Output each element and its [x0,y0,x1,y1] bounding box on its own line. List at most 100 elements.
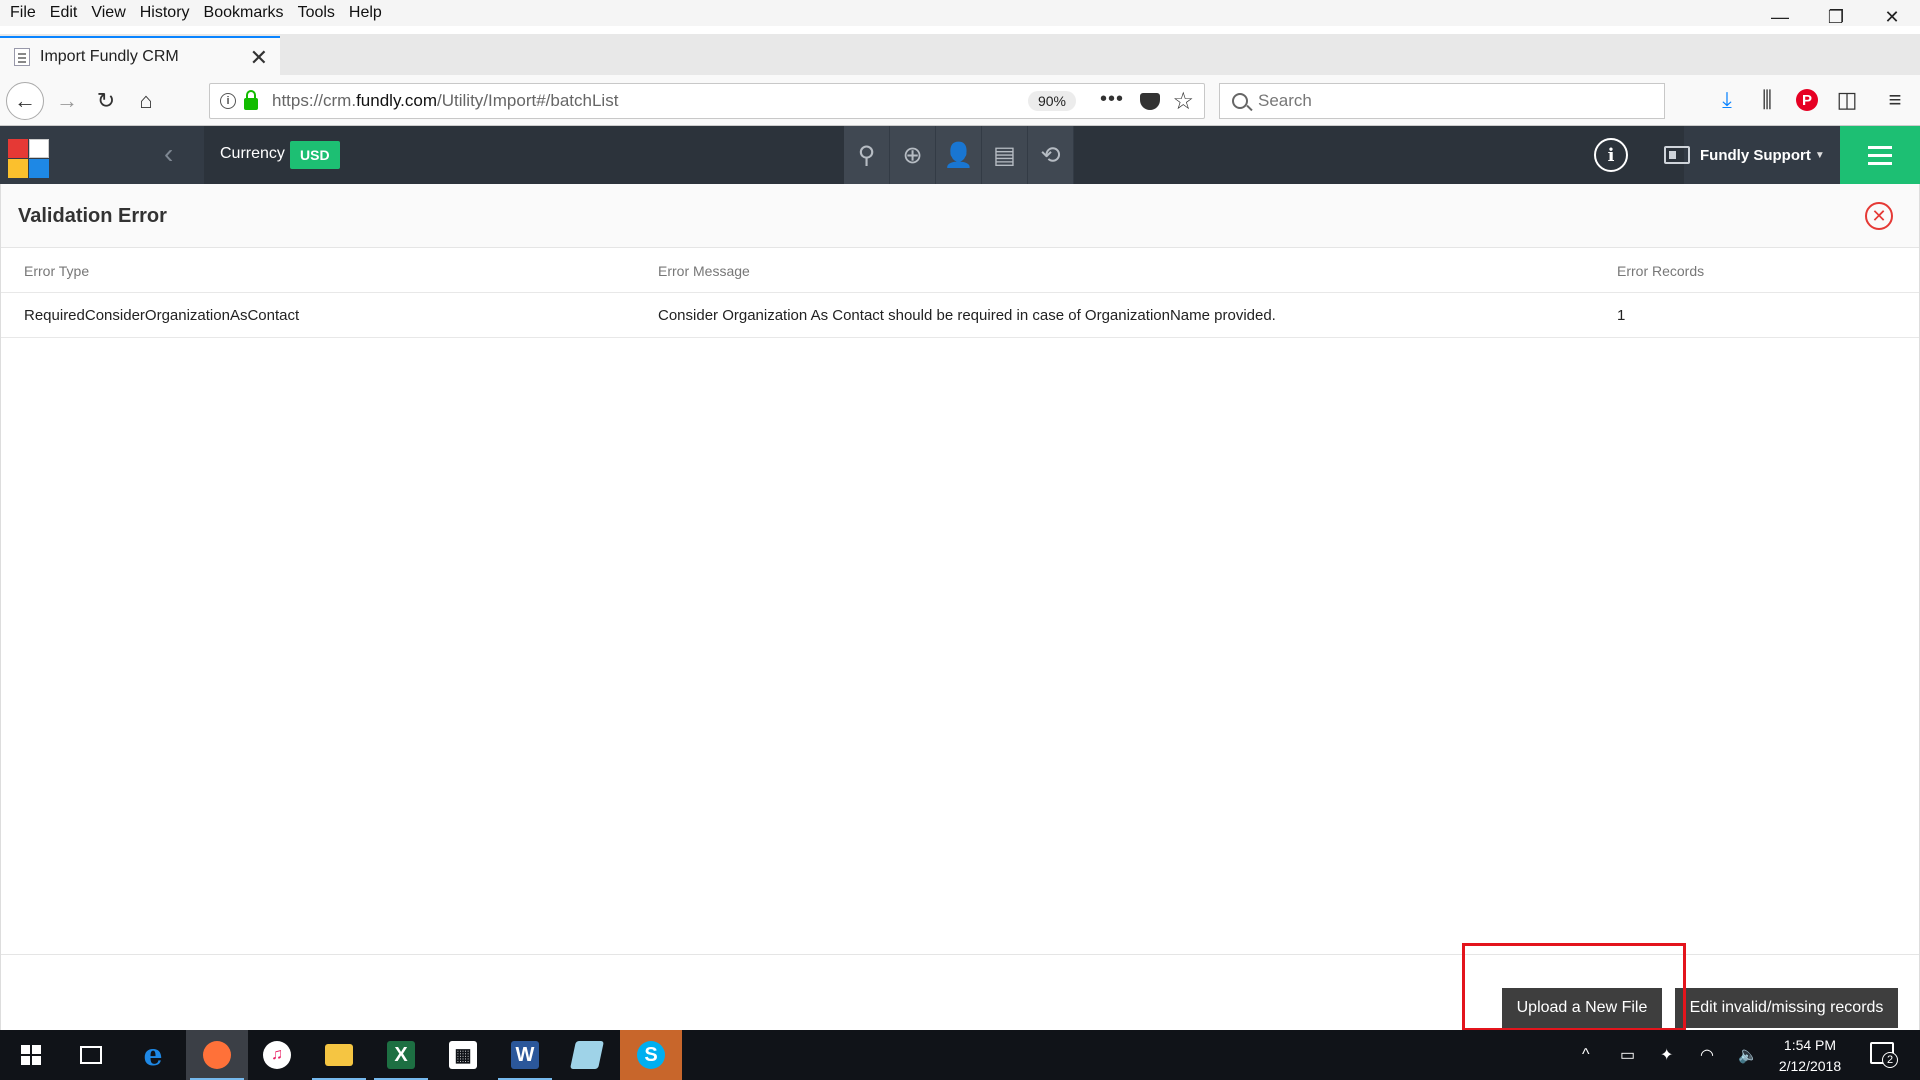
windows-taskbar: e ♫ X ▦ W S ^ ▭ ✦ ◠ 🔈 1:54 PM 2/12/2018 … [0,1030,1920,1080]
firefox-icon [203,1041,231,1069]
tab-strip: Import Fundly CRM ✕ + [0,34,1920,105]
dialog-header: Validation Error ✕ [1,184,1919,248]
table-header: Error Type Error Message Error Records [1,248,1919,293]
restore-button[interactable]: ❐ [1808,0,1864,34]
minimize-button[interactable]: — [1752,0,1808,34]
edge-icon: e [143,1037,163,1073]
menu-view[interactable]: View [85,4,131,22]
sidebar-icon[interactable]: ◫ [1832,85,1862,115]
page-actions-icon[interactable]: ••• [1100,88,1124,111]
search-icon[interactable]: ⚲ [844,126,890,184]
battery-icon[interactable]: ▭ [1620,1030,1635,1080]
contact-icon[interactable]: 👤 [936,126,982,184]
close-icon[interactable]: ✕ [1865,202,1893,230]
user-name: Fundly Support [1700,146,1811,164]
highlight-annotation [1462,943,1686,1031]
edit-invalid-records-button[interactable]: Edit invalid/missing records [1675,988,1898,1028]
page-favicon-icon [14,47,30,66]
search-input[interactable]: Search [1219,83,1665,119]
firefox-taskbar-app[interactable] [186,1030,248,1080]
tab-title: Import Fundly CRM [40,47,179,65]
id-card-icon [1664,146,1690,164]
word-taskbar-app[interactable]: W [494,1030,556,1080]
info-icon[interactable]: i [1594,138,1628,172]
error-message-cell: Consider Organization As Contact should … [658,307,1276,324]
clock-time: 1:54 PM [1783,1037,1837,1053]
taskbar-clock[interactable]: 1:54 PM 2/12/2018 [1770,1035,1850,1077]
volume-icon[interactable]: 🔈 [1738,1030,1758,1080]
forward-button[interactable]: → [50,84,84,118]
window-controls: — ❐ ✕ [1752,0,1920,34]
word-icon: W [511,1041,539,1069]
edge-taskbar-app[interactable]: e [122,1030,184,1080]
action-center-icon[interactable]: 2 [1870,1042,1898,1068]
currency-badge[interactable]: USD [290,141,340,169]
start-button[interactable] [0,1030,62,1080]
column-header-error-type: Error Type [24,262,90,279]
calculator-taskbar-app[interactable]: ▦ [432,1030,494,1080]
close-tab-icon[interactable]: ✕ [250,45,268,71]
menu-tools[interactable]: Tools [292,4,341,22]
folder-icon [325,1044,353,1066]
error-records-cell: 1 [1617,307,1626,324]
menu-file[interactable]: File [4,4,42,22]
pinterest-icon[interactable]: P [1792,85,1822,115]
menu-history[interactable]: History [134,4,196,22]
fundly-logo[interactable] [8,139,50,179]
dropbox-icon[interactable]: ✦ [1660,1030,1673,1080]
reload-button[interactable]: ↻ [89,84,123,118]
currency-label: Currency [220,145,285,162]
show-hidden-icons[interactable]: ^ [1582,1030,1590,1080]
wifi-icon[interactable]: ◠ [1700,1030,1714,1080]
notepad-icon [570,1041,604,1069]
menu-bookmarks[interactable]: Bookmarks [198,4,290,22]
bookmark-star-icon[interactable]: ☆ [1172,87,1194,116]
skype-icon: S [637,1041,665,1069]
back-button[interactable]: ← [6,82,44,120]
zoom-level[interactable]: 90% [1027,91,1076,111]
notification-count: 2 [1882,1052,1898,1068]
column-header-error-records: Error Records [1617,262,1705,279]
skype-taskbar-app[interactable]: S [620,1030,682,1080]
menu-help[interactable]: Help [343,4,388,22]
excel-icon: X [387,1041,415,1069]
itunes-icon: ♫ [263,1041,291,1069]
task-view-icon [80,1046,102,1064]
secure-lock-icon [244,89,258,110]
validation-error-dialog: Validation Error ✕ Error Type Error Mess… [0,184,1920,1030]
add-icon[interactable]: ⊕ [890,126,936,184]
home-button[interactable]: ⌂ [129,84,163,118]
excel-taskbar-app[interactable]: X [370,1030,432,1080]
clock-date: 2/12/2018 [1778,1058,1842,1074]
calculator-icon: ▦ [449,1041,477,1069]
dialog-title: Validation Error [18,205,167,227]
chevron-down-icon: ▼ [1814,149,1825,161]
address-bar[interactable]: i https://crm.fundly.com/Utility/Import#… [209,83,1205,119]
search-placeholder: Search [1258,91,1312,110]
error-table: Error Type Error Message Error Records R… [1,248,1919,338]
open-menu-icon[interactable]: ≡ [1880,85,1910,115]
site-info-icon[interactable]: i [220,93,236,109]
itunes-taskbar-app[interactable]: ♫ [246,1030,308,1080]
column-header-error-message: Error Message [658,262,750,279]
hamburger-icon [1868,153,1892,157]
collapse-sidebar-icon[interactable]: ‹ [164,138,173,170]
user-menu[interactable]: Fundly Support ▼ [1664,126,1825,184]
quick-actions: ⚲ ⊕ 👤 ▤ ⟲ [844,126,1074,184]
library-icon[interactable]: ⫼ [1752,85,1782,115]
windows-logo-icon [21,1045,41,1065]
table-row: RequiredConsiderOrganizationAsContact Co… [1,293,1919,338]
task-view-button[interactable] [60,1030,122,1080]
menu-edit[interactable]: Edit [44,4,84,22]
receipt-icon[interactable]: ▤ [982,126,1028,184]
url-text: https://crm.fundly.com/Utility/Import#/b… [272,91,619,110]
main-menu-button[interactable] [1840,126,1920,184]
notepad-taskbar-app[interactable] [556,1030,618,1080]
close-window-button[interactable]: ✕ [1864,0,1920,34]
pocket-icon[interactable] [1140,93,1160,110]
search-icon [1232,93,1248,109]
file-explorer-taskbar-app[interactable] [308,1030,370,1080]
history-icon[interactable]: ⟲ [1028,126,1074,184]
downloads-icon[interactable]: ⤓ [1712,85,1742,115]
tab-import-fundly-crm[interactable]: Import Fundly CRM ✕ [0,36,280,75]
